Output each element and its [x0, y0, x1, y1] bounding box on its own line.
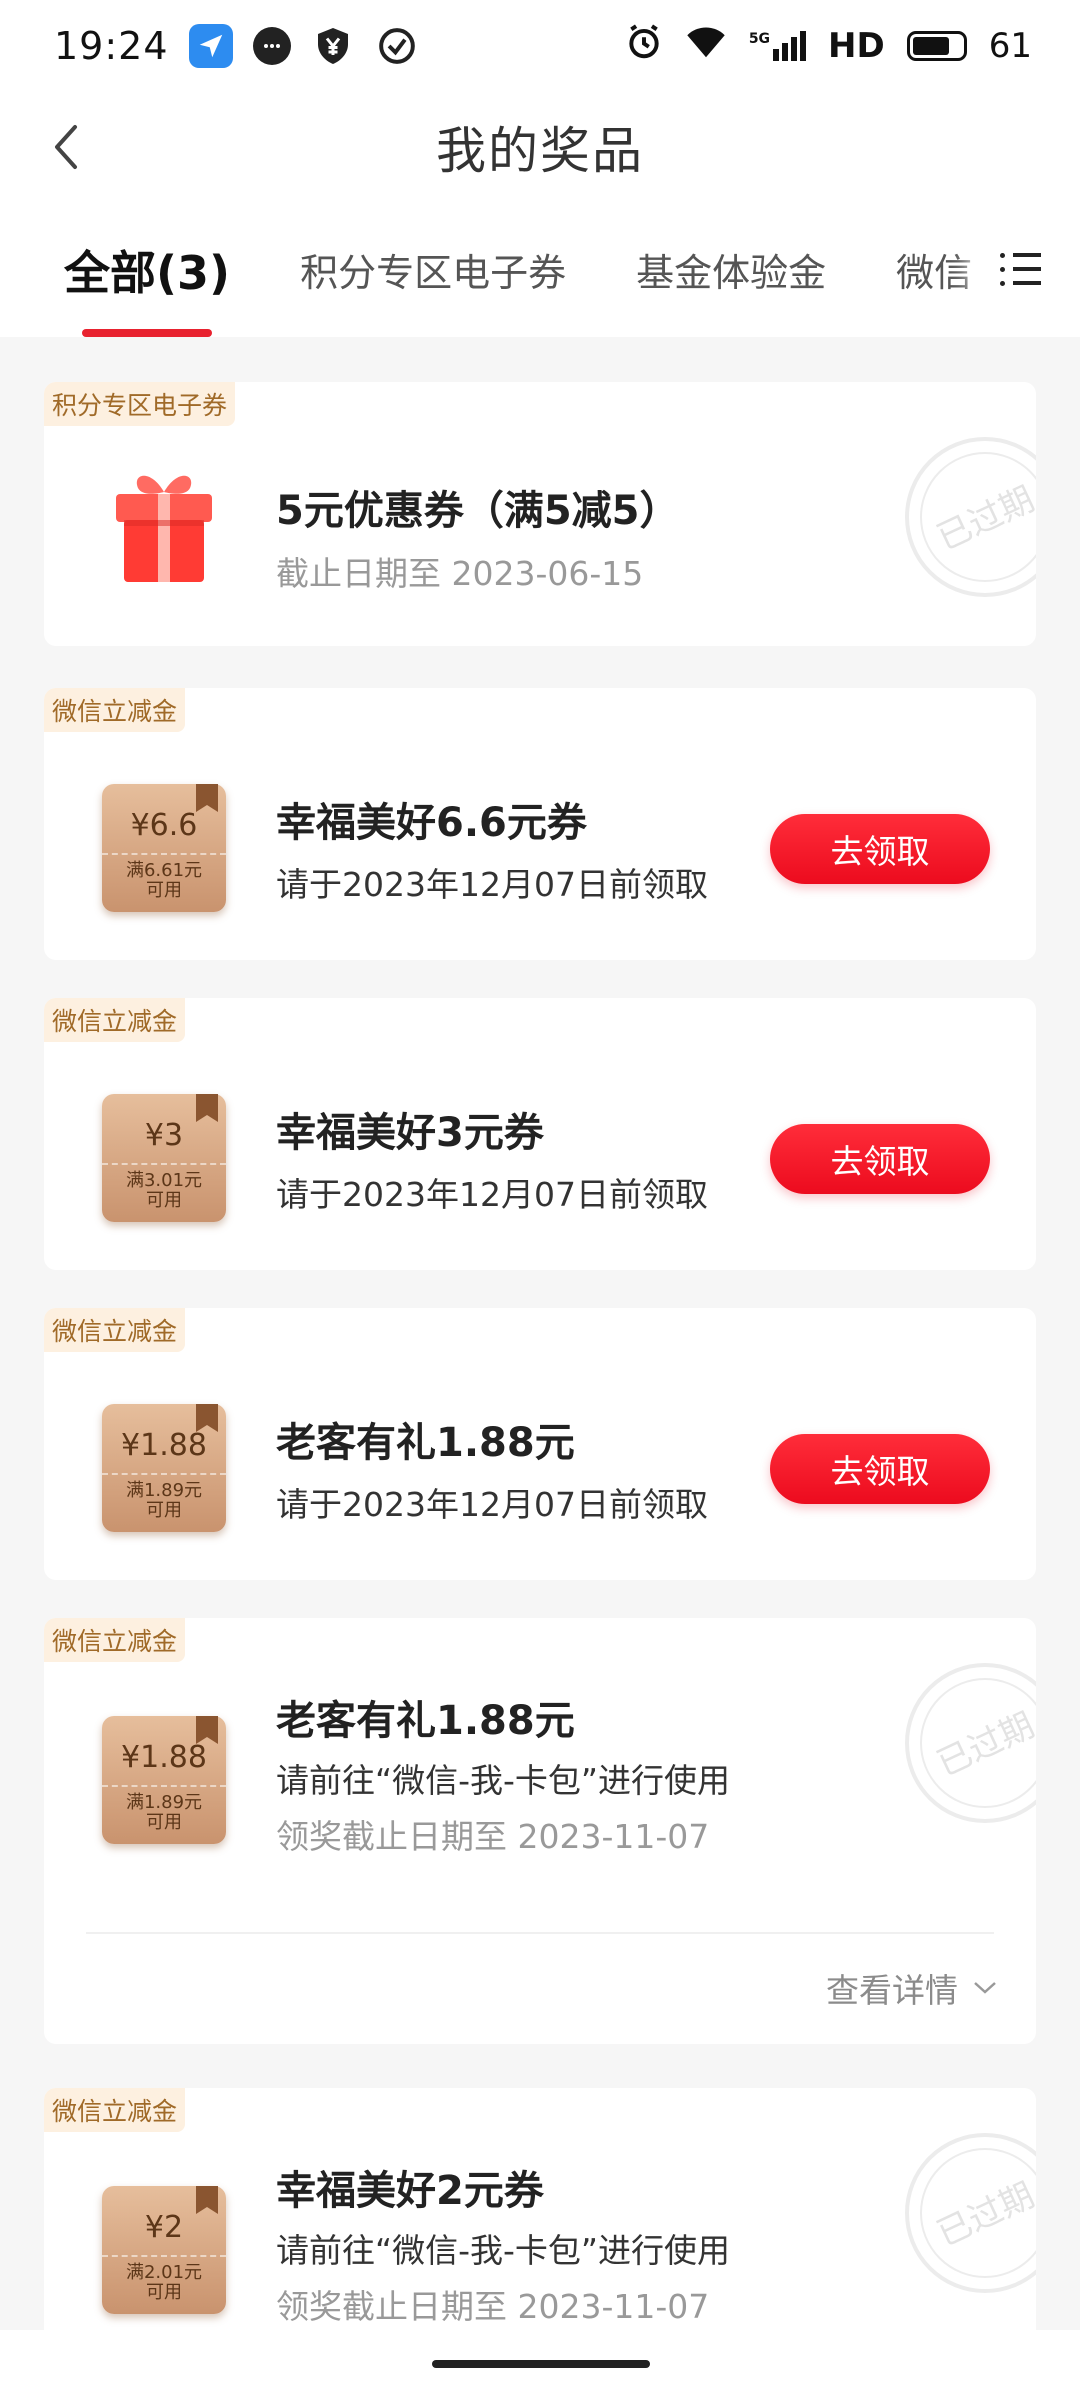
coupon-amount: ¥1.88 [121, 1428, 207, 1463]
coupon-ribbon-icon [196, 1404, 218, 1432]
home-indicator[interactable] [432, 2360, 650, 2368]
card-category-tag: 微信立减金 [44, 1618, 186, 1662]
prize-expiry-date: 截止日期至 2023-06-15 [276, 554, 644, 593]
card-category-tag: 微信立减金 [44, 1308, 186, 1352]
card-category-tag: 微信立减金 [44, 998, 186, 1042]
list-icon[interactable] [1000, 244, 1050, 294]
app-header: 我的奖品 [0, 92, 1080, 202]
prize-title: 幸福美好3元券 [276, 1110, 544, 1156]
chevron-down-icon [974, 1982, 996, 1994]
coupon-badge: ¥6.6 满6.61元 可用 [102, 784, 226, 912]
claim-button[interactable]: 去领取 [770, 814, 990, 884]
page-title: 我的奖品 [436, 122, 644, 180]
view-details-label: 查看详情 [826, 1971, 958, 2010]
coupon-amount: ¥6.6 [130, 808, 198, 843]
prize-title: 幸福美好2元券 [276, 2168, 544, 2214]
prize-expiry-date: 领奖截止日期至 2023-11-07 [276, 1817, 710, 1856]
coupon-badge: ¥3 满3.01元 可用 [102, 1094, 226, 1222]
prize-instruction: 请于2023年12月07日前领取 [276, 865, 708, 904]
prize-title: 老客有礼1.88元 [276, 1420, 575, 1466]
status-bar: 19:24 5G HD 61 [0, 0, 1080, 92]
battery-icon [906, 31, 967, 61]
tab-fund-trial[interactable]: 基金体验金 [636, 222, 826, 317]
chevron-left-icon [55, 125, 77, 169]
battery-level: 61 [988, 26, 1032, 66]
coupon-condition: 满3.01元 可用 [125, 1170, 203, 1211]
prize-title: 幸福美好6.6元券 [276, 800, 587, 846]
prize-card[interactable]: 微信立减金 ¥1.88 满1.89元 可用 老客有礼1.88元 请前往“微信-我-… [44, 1618, 1036, 2044]
network-label: 5G [748, 31, 771, 47]
coupon-condition: 满1.89元 可用 [125, 1480, 203, 1521]
back-button[interactable] [36, 117, 96, 177]
expired-stamp-text: 已过期 [931, 1705, 1036, 1784]
coupon-ribbon-icon [196, 784, 218, 812]
prize-card[interactable]: 微信立减金 ¥1.88 满1.89元 可用 老客有礼1.88元 请于2023年12… [44, 1308, 1036, 1580]
coupon-condition: 满2.01元 可用 [125, 2262, 203, 2303]
prize-card[interactable]: 微信立减金 ¥6.6 满6.61元 可用 幸福美好6.6元券 请于2023年12月… [44, 688, 1036, 960]
coupon-condition: 满1.89元 可用 [125, 1792, 203, 1833]
prize-card[interactable]: 积分专区电子券 5元优惠券（满5减5） 截止日期至 2023-06-15 已过期 [44, 382, 1036, 646]
wifi-icon [685, 25, 727, 68]
expired-stamp-icon: 已过期 [905, 2133, 1036, 2293]
hd-label: HD [828, 26, 885, 66]
coupon-amount: ¥3 [144, 1118, 184, 1153]
prize-instruction: 请于2023年12月07日前领取 [276, 1175, 708, 1214]
tab-all[interactable]: 全部(3) [64, 217, 230, 337]
tab-wechat[interactable]: 微信 [896, 222, 972, 317]
card-category-tag: 微信立减金 [44, 2088, 186, 2132]
coupon-badge: ¥2 满2.01元 可用 [102, 2186, 226, 2314]
prize-title: 老客有礼1.88元 [276, 1698, 575, 1744]
card-category-tag: 积分专区电子券 [44, 382, 236, 426]
expired-stamp-text: 已过期 [931, 2175, 1036, 2254]
gift-icon [116, 475, 212, 582]
claim-button[interactable]: 去领取 [770, 1124, 990, 1194]
shield-yen-icon [311, 24, 355, 68]
check-circle-icon [375, 24, 419, 68]
prize-instruction: 请于2023年12月07日前领取 [276, 1485, 708, 1524]
coupon-badge: ¥1.88 满1.89元 可用 [102, 1716, 226, 1844]
prize-expiry-date: 领奖截止日期至 2023-11-07 [276, 2287, 710, 2326]
prize-card[interactable]: 微信立减金 ¥3 满3.01元 可用 幸福美好3元券 请于2023年12月07日前… [44, 998, 1036, 1270]
navigation-icon [188, 24, 233, 68]
expired-stamp-icon: 已过期 [905, 437, 1036, 597]
tab-bar: 全部(3) 积分专区电子券 基金体验金 微信 [0, 202, 1080, 337]
coupon-ribbon-icon [196, 2186, 218, 2214]
claim-button[interactable]: 去领取 [770, 1434, 990, 1504]
expired-stamp-text: 已过期 [931, 479, 1036, 558]
message-icon [252, 27, 291, 65]
prize-title: 5元优惠券（满5减5） [276, 488, 680, 534]
prize-instruction: 请前往“微信-我-卡包”进行使用 [276, 2231, 731, 2270]
card-divider [86, 1932, 994, 1934]
card-category-tag: 微信立减金 [44, 688, 186, 732]
coupon-ribbon-icon [196, 1716, 218, 1744]
view-details-link[interactable]: 查看详情 [826, 1964, 998, 2012]
prize-instruction: 请前往“微信-我-卡包”进行使用 [276, 1761, 731, 1800]
coupon-amount: ¥1.88 [121, 1740, 207, 1775]
alarm-icon [625, 23, 663, 70]
coupon-badge: ¥1.88 满1.89元 可用 [102, 1404, 226, 1532]
coupon-ribbon-icon [196, 1094, 218, 1122]
signal-icon: 5G [748, 31, 807, 61]
coupon-condition: 满6.61元 可用 [125, 860, 203, 901]
tab-points-ecoupon[interactable]: 积分专区电子券 [300, 222, 566, 317]
status-time: 19:24 [54, 24, 169, 68]
coupon-amount: ¥2 [144, 2210, 184, 2245]
expired-stamp-icon: 已过期 [905, 1663, 1036, 1823]
